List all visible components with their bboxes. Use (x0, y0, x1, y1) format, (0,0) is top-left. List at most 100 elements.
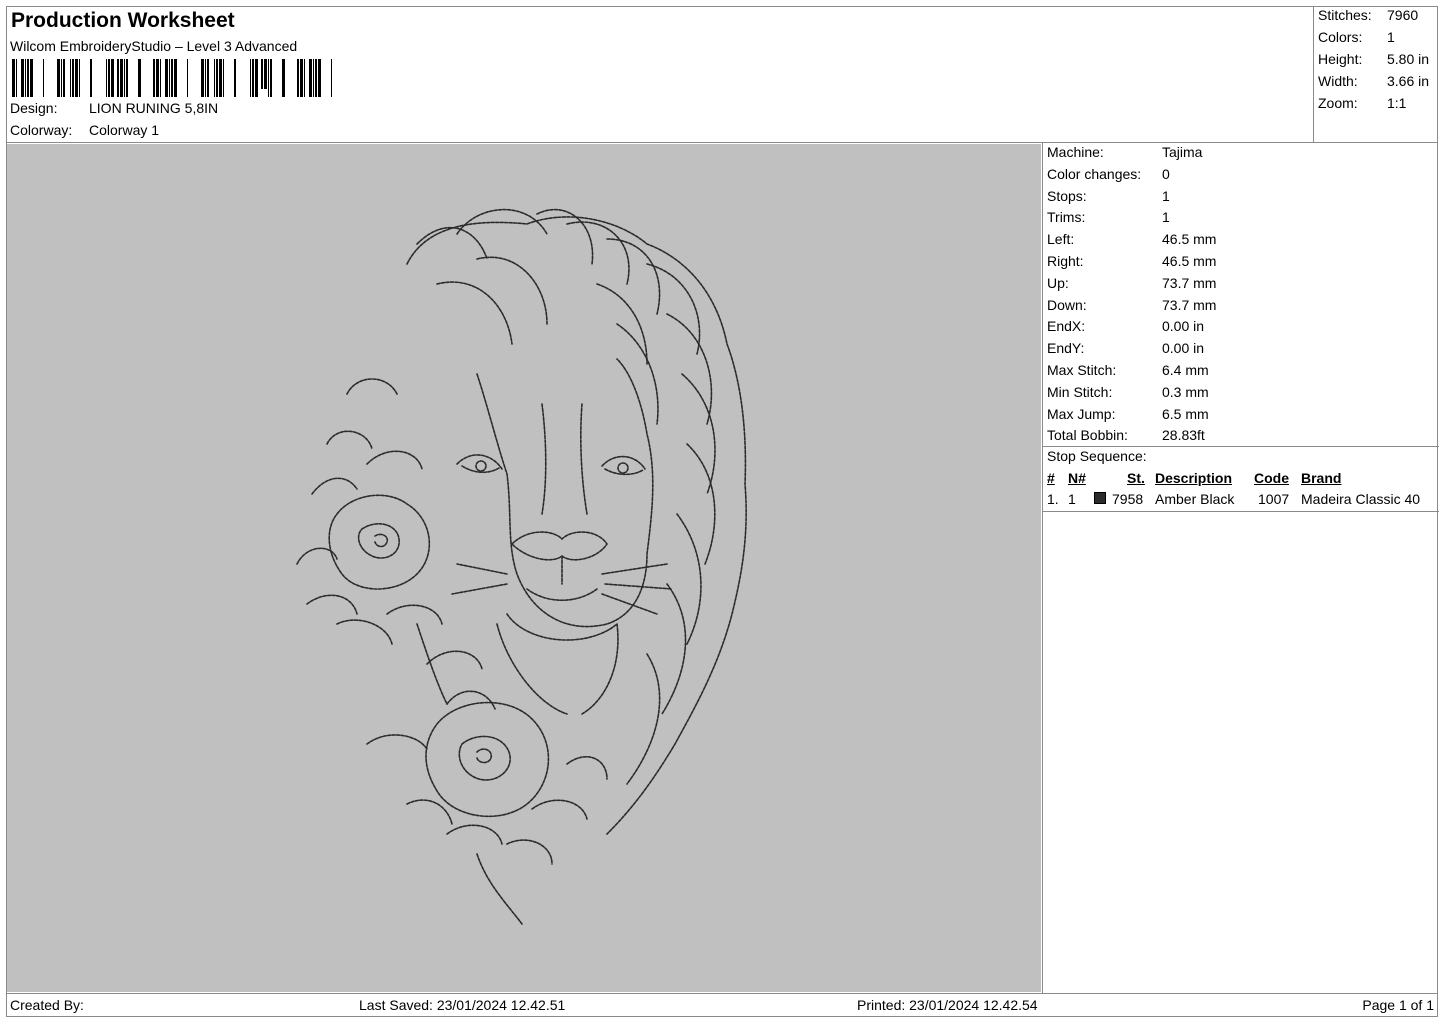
colorway-value: Colorway 1 (89, 122, 160, 138)
machine-info-value: 46.5 mm (1162, 231, 1217, 248)
barcode (12, 59, 332, 97)
barcode-bar (169, 59, 170, 97)
barcode-bar (187, 59, 188, 97)
design-summary: Stitches: 7960 Colors: 1 Height: 5.80 in Wi… (1314, 6, 1438, 143)
machine-info-label: EndX: (1047, 318, 1086, 335)
machine-info-value: 1 (1162, 187, 1170, 204)
barcode-bar (120, 59, 123, 97)
barcode-bar (174, 59, 177, 97)
row-stitches: 7958 (1112, 491, 1144, 507)
machine-info-row: Total Bobbin: 28.83ft (1047, 427, 1205, 443)
software-name: Wilcom EmbroideryStudio – Level 3 Advanc… (10, 38, 298, 54)
stitches-value: 7960 (1387, 7, 1419, 23)
barcode-bar (138, 59, 141, 97)
height-label: Height: (1318, 51, 1363, 67)
barcode-bar (214, 59, 215, 97)
thread-color-swatch (1094, 492, 1106, 504)
barcode-bar (300, 59, 303, 97)
machine-info-value: 0.00 in (1162, 318, 1205, 335)
machine-info-row: Up: 73.7 mm (1047, 275, 1216, 291)
barcode-bar (165, 59, 168, 97)
worksheet-footer: Created By: Last Saved: 23/01/2024 12.42… (6, 993, 1438, 1017)
machine-info-value: 73.7 mm (1162, 274, 1217, 291)
machine-info-label: Total Bobbin: (1047, 427, 1128, 444)
barcode-bar (264, 59, 267, 89)
machine-info-label: Color changes: (1047, 165, 1142, 182)
barcode-bar (156, 59, 159, 97)
barcode-bar (315, 59, 317, 97)
machine-info-row: Max Jump: 6.5 mm (1047, 406, 1209, 422)
lion-embroidery-drawing (296, 208, 747, 925)
machine-info-row: Color changes: 0 (1047, 166, 1170, 182)
machine-info-value: 6.4 mm (1162, 362, 1209, 378)
machine-info-value: 73.7 mm (1162, 296, 1217, 313)
page-number: Page 1 of 1 (1362, 997, 1434, 1013)
barcode-bar (79, 59, 80, 97)
barcode-bar (250, 59, 251, 97)
barcode-bar (25, 59, 26, 97)
machine-info-value: 6.5 mm (1162, 405, 1209, 422)
colorway-label: Colorway: (10, 122, 73, 138)
col-header-code: Code (1254, 470, 1289, 486)
stop-sequence-title: Stop Sequence: (1047, 448, 1147, 464)
barcode-bar (126, 59, 128, 97)
machine-info-row: Right: 46.5 mm (1047, 253, 1216, 269)
zoom-row: Zoom: 1:1 (1318, 95, 1406, 111)
barcode-bar (108, 59, 110, 97)
row-num: 1. (1047, 491, 1059, 507)
created-by: Created By: (10, 997, 84, 1013)
barcode-bar (160, 59, 161, 97)
zoom-label: Zoom: (1318, 95, 1358, 111)
barcode-bar (16, 59, 17, 97)
zoom-value: 1:1 (1387, 95, 1407, 111)
barcode-bar (124, 59, 125, 97)
col-header-num: # (1047, 470, 1055, 486)
divider (1043, 511, 1439, 512)
width-label: Width: (1318, 73, 1358, 89)
design-preview (7, 144, 1041, 992)
barcode-bar (201, 59, 204, 97)
machine-info-value: 0.3 mm (1162, 383, 1209, 400)
width-row: Width: 3.66 in (1318, 73, 1429, 89)
barcode-bar (297, 59, 299, 97)
colors-label: Colors: (1318, 29, 1363, 45)
page-title: Production Worksheet (11, 9, 235, 32)
stitches-row: Stitches: 7960 (1318, 7, 1418, 23)
barcode-bar (216, 59, 218, 97)
machine-info-value: 0 (1162, 165, 1170, 182)
barcode-bar (12, 59, 15, 97)
barcode-bar (304, 59, 305, 97)
machine-info-label: Min Stitch: (1047, 383, 1113, 400)
barcode-bar (223, 59, 224, 97)
machine-info-label: Down: (1047, 296, 1087, 313)
machine-info-label: Up: (1047, 274, 1069, 291)
width-value: 3.66 in (1387, 73, 1430, 89)
printed-date: Printed: 23/01/2024 12.42.54 (857, 997, 1038, 1013)
barcode-bar (313, 59, 314, 97)
design-value: LION RUNING 5,8IN (89, 100, 219, 116)
stitches-label: Stitches: (1318, 7, 1372, 23)
machine-info-value: 28.83ft (1162, 427, 1205, 444)
barcode-bar (72, 59, 74, 97)
barcode-bar (268, 59, 269, 97)
last-saved: Last Saved: 23/01/2024 12.42.51 (359, 997, 566, 1013)
barcode-bar (43, 59, 44, 97)
barcode-bar (282, 59, 285, 97)
col-header-st: St. (1127, 470, 1145, 486)
row-code: 1007 (1258, 491, 1290, 507)
machine-info-label: Stops: (1047, 187, 1087, 204)
machine-info-row: EndX: 0.00 in (1047, 318, 1204, 334)
machine-info-value: Tajima (1162, 144, 1203, 160)
machine-info-label: Max Jump: (1047, 405, 1116, 422)
col-header-n: N# (1068, 470, 1086, 486)
machine-info-label: Machine: (1047, 144, 1104, 160)
machine-info-row: Max Stitch: 6.4 mm (1047, 362, 1209, 378)
machine-info-value: 0.00 in (1162, 340, 1205, 357)
machine-info-label: Trims: (1047, 209, 1086, 226)
colors-value: 1 (1387, 29, 1395, 45)
barcode-bar (171, 59, 173, 97)
barcode-bar (75, 59, 78, 97)
row-description: Amber Black (1155, 491, 1235, 507)
divider (1043, 446, 1439, 447)
design-label: Design: (10, 100, 58, 116)
